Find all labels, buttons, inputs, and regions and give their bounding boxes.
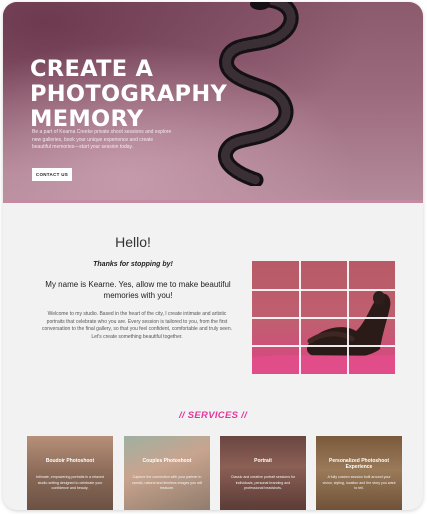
service-card-title: Boudoir Photoshoot <box>45 458 95 464</box>
hero-title-line1: CREATE A <box>30 56 154 82</box>
service-card-title: Couples Photoshoot <box>142 458 192 464</box>
service-card-title: Personalized Photoshoot Experience <box>328 458 389 470</box>
hero-title-line2: PHOTOGRAPHY <box>30 81 228 107</box>
service-card-personalized[interactable]: Personalized Photoshoot Experience A ful… <box>316 436 402 510</box>
service-card-text: Capture the connection with your partner… <box>131 475 203 490</box>
page-frame: CREATE A PHOTOGRAPHY MEMORY Be a part of… <box>3 2 423 510</box>
service-card-title: Portrait <box>254 458 272 464</box>
hero-title: CREATE A PHOTOGRAPHY MEMORY <box>30 57 270 132</box>
grid-line <box>252 345 395 347</box>
service-card-text: Classic and creative portrait sessions f… <box>230 475 296 490</box>
hello-intro: My name is Kearne. Yes, allow me to make… <box>45 280 231 300</box>
contact-us-button[interactable]: CONTACT US <box>32 168 72 181</box>
grid-line <box>252 317 395 319</box>
hello-body-text: Welcome to my studio. Based in the heart… <box>41 311 233 340</box>
grid-line <box>252 289 395 291</box>
service-card-boudoir[interactable]: Boudoir Photoshoot Intimate, empowering … <box>27 436 113 510</box>
portrait-photo <box>252 261 395 374</box>
hello-thanks: Thanks for stopping by! <box>93 261 173 268</box>
hello-heading: Hello! <box>115 234 151 250</box>
service-card-couples[interactable]: Couples Photoshoot Capture the connectio… <box>124 436 210 510</box>
services-heading: // SERVICES // <box>178 410 248 421</box>
hero-banner: CREATE A PHOTOGRAPHY MEMORY Be a part of… <box>3 2 423 202</box>
service-card-portrait[interactable]: Portrait Classic and creative portrait s… <box>220 436 306 510</box>
service-card-text: Intimate, empowering portraits in a rela… <box>36 475 104 490</box>
hero-subtitle: Be a part of Kearna Creeke private shoot… <box>32 129 172 150</box>
hero-divider <box>3 200 423 203</box>
service-card-text: A fully custom session built around your… <box>322 475 396 490</box>
